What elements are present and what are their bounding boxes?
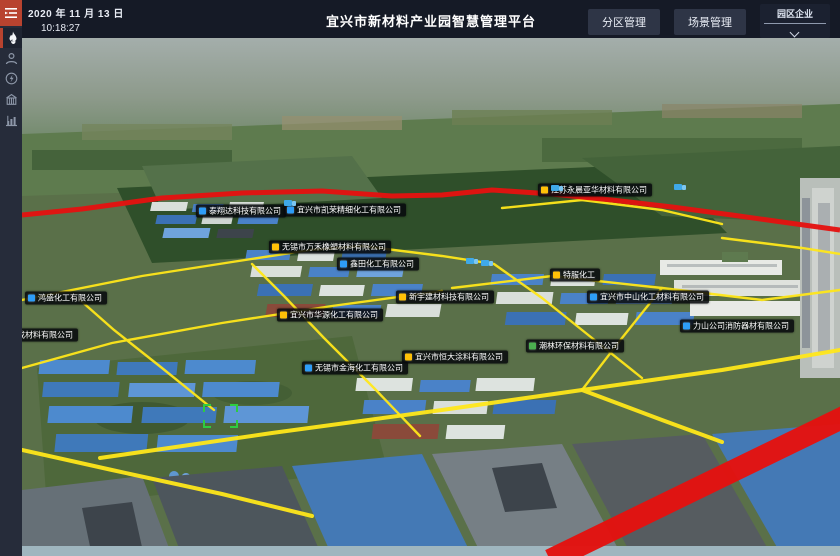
hamburger-menu-icon[interactable] (0, 0, 22, 26)
company-name: 宜兴市恒大涂料有限公司 (415, 352, 503, 363)
company-marker-icon (541, 187, 548, 194)
company-name: 新宇建材科技有限公司 (409, 292, 489, 303)
map-company-label[interactable]: 宜兴市天成材料有限公司 (22, 329, 78, 342)
company-marker-icon (199, 208, 206, 215)
company-marker-icon (553, 272, 560, 279)
company-name: 宜兴市天成材料有限公司 (22, 330, 73, 341)
company-name: 特服化工 (563, 270, 595, 281)
company-name: 无锡市金海化工有限公司 (315, 363, 403, 374)
park-enterprise-label: 园区企业 (777, 7, 813, 20)
company-marker-icon (590, 294, 597, 301)
company-marker-icon (529, 343, 536, 350)
divider (764, 23, 826, 24)
sidebar-item-energy[interactable] (0, 68, 22, 88)
person-icon (5, 52, 18, 65)
selection-target-box (203, 404, 238, 428)
map-company-label[interactable]: 宜兴市华源化工有限公司 (277, 309, 383, 322)
company-marker-icon (287, 207, 294, 214)
map-company-label[interactable]: 潮林环保材料有限公司 (526, 340, 624, 353)
truck-icon[interactable] (551, 184, 563, 192)
company-name: 鑫田化工有限公司 (350, 259, 414, 270)
company-name: 泰翔达科技有限公司 (209, 206, 281, 217)
truck-icon[interactable] (284, 199, 296, 207)
company-name: 宜兴市中山化工材料有限公司 (600, 292, 704, 303)
company-marker-icon (683, 323, 690, 330)
chevron-down-icon (791, 28, 799, 36)
sidebar-item-enterprise[interactable] (0, 89, 22, 109)
smart-park-platform: 2020 年 11 月 13 日 10:18:27 宜兴市新材料产业园智慧管理平… (0, 0, 840, 556)
company-name: 宜兴市凯荣精细化工有限公司 (297, 205, 401, 216)
company-marker-icon (28, 295, 35, 302)
map-company-label[interactable]: 无锡市金海化工有限公司 (302, 362, 408, 375)
sidebar-item-statistics[interactable] (0, 110, 22, 130)
company-marker-icon (305, 365, 312, 372)
company-marker-icon (272, 244, 279, 251)
header-actions: 分区管理 场景管理 园区企业 (588, 4, 830, 38)
company-name: 力山公司消防器材有限公司 (693, 321, 789, 332)
map-overlay: 泰翔达科技有限公司 宜兴市凯荣精细化工有限公司无锡市万禾橡塑材料有限公司鑫田化工有… (22, 38, 840, 556)
company-name: 潮林环保材料有限公司 (539, 341, 619, 352)
sidebar-item-user[interactable] (0, 48, 22, 68)
map-company-label[interactable]: 宜兴市恒大涂料有限公司 (402, 351, 508, 364)
truck-icon[interactable] (466, 257, 478, 265)
sidebar (0, 0, 22, 556)
truck-icon[interactable] (481, 259, 493, 267)
map-company-label[interactable]: 力山公司消防器材有限公司 (680, 320, 794, 333)
bar-chart-icon (5, 114, 18, 127)
map-company-label[interactable]: 无锡市万禾橡塑材料有限公司 (269, 241, 391, 254)
map-company-label[interactable]: 特服化工 (550, 269, 600, 282)
scene-management-button[interactable]: 场景管理 (674, 9, 746, 35)
map-company-label[interactable]: 鸿盛化工有限公司 (25, 292, 107, 305)
company-marker-icon (399, 294, 406, 301)
company-marker-icon (280, 312, 287, 319)
company-name: 宜兴市华源化工有限公司 (290, 310, 378, 321)
power-icon (5, 72, 18, 85)
company-marker-icon (405, 354, 412, 361)
flame-icon (7, 31, 19, 45)
map-company-label[interactable]: 鑫田化工有限公司 (337, 258, 419, 271)
header: 2020 年 11 月 13 日 10:18:27 宜兴市新材料产业园智慧管理平… (22, 0, 840, 38)
company-name: 江苏永晨亚华材料有限公司 (551, 185, 647, 196)
building-icon (5, 93, 18, 106)
company-name: 无锡市万禾橡塑材料有限公司 (282, 242, 386, 253)
map-company-label[interactable]: 宜兴市中山化工材料有限公司 (587, 291, 709, 304)
park-enterprise-dropdown[interactable]: 园区企业 (760, 4, 830, 38)
map-3d-view[interactable]: 泰翔达科技有限公司 宜兴市凯荣精细化工有限公司无锡市万禾橡塑材料有限公司鑫田化工有… (22, 38, 840, 556)
sidebar-item-fire[interactable] (0, 28, 22, 48)
zone-management-button[interactable]: 分区管理 (588, 9, 660, 35)
map-company-label[interactable]: 宜兴市凯荣精细化工有限公司 (284, 204, 406, 217)
map-company-label[interactable]: 泰翔达科技有限公司 (196, 205, 286, 218)
map-company-label[interactable]: 新宇建材科技有限公司 (396, 291, 494, 304)
truck-icon[interactable] (674, 183, 686, 191)
company-marker-icon (340, 261, 347, 268)
company-name: 鸿盛化工有限公司 (38, 293, 102, 304)
